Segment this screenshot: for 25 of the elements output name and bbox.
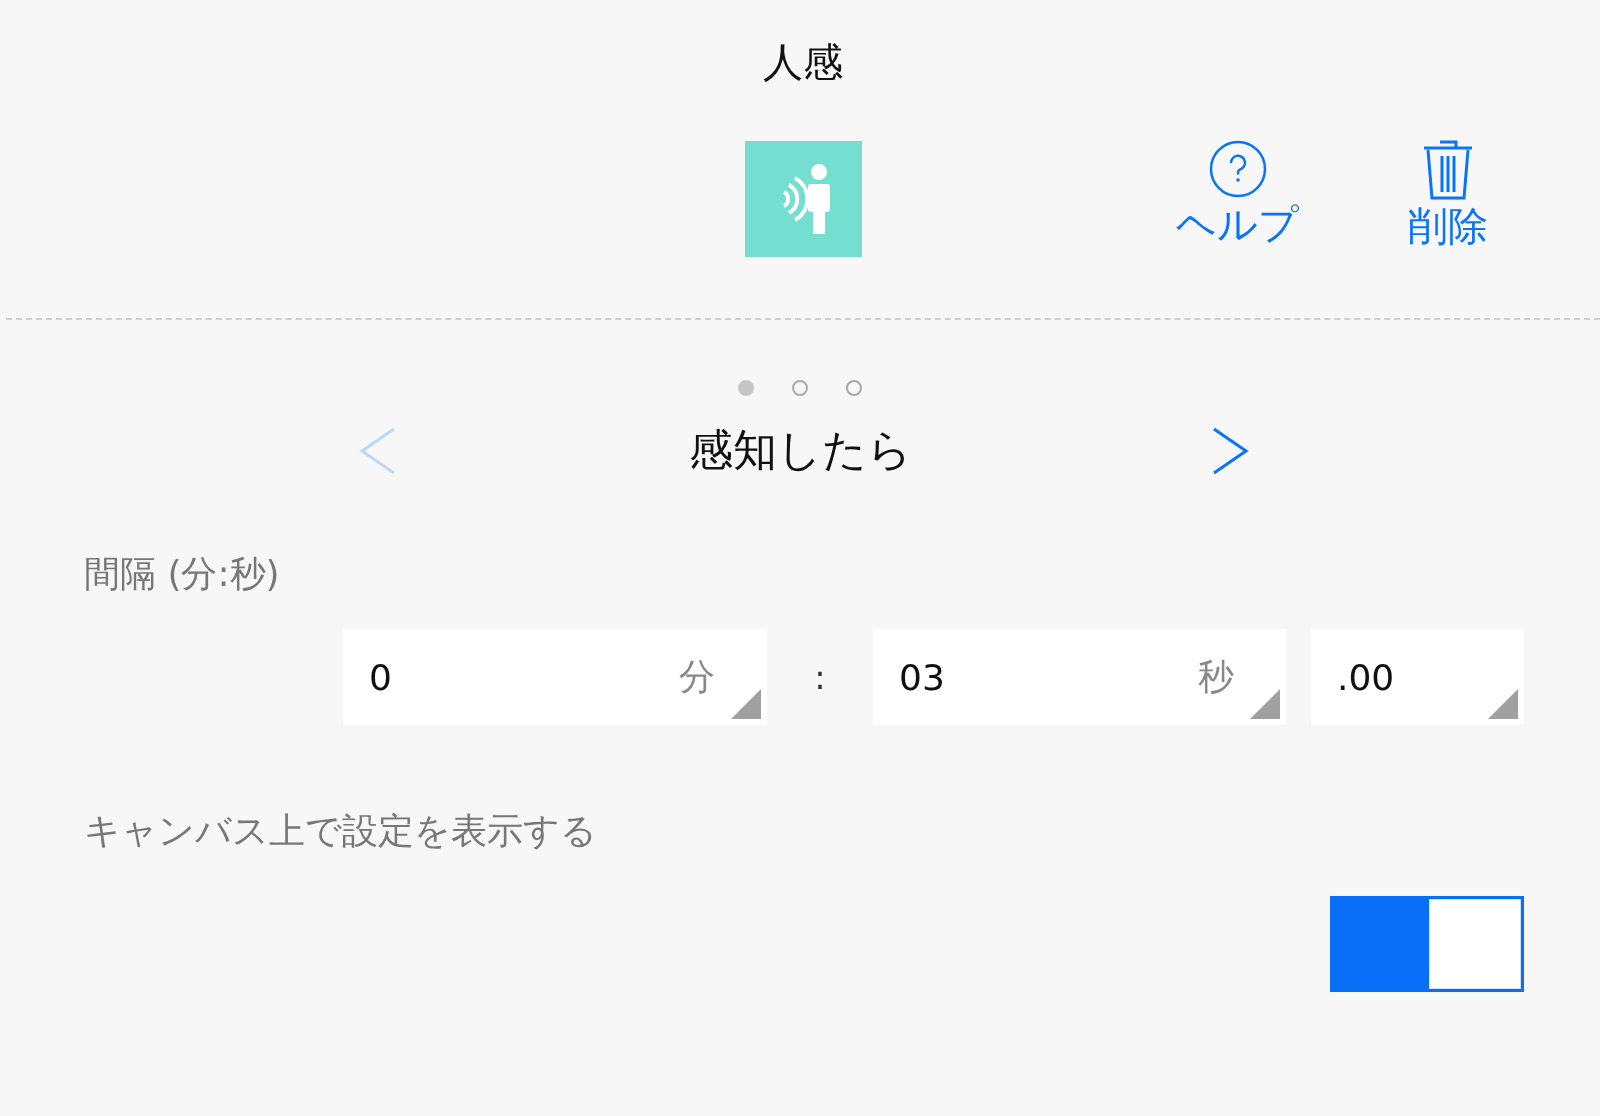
toggle-switch[interactable]	[1330, 896, 1524, 992]
trash-icon	[1422, 140, 1474, 200]
resize-corner-icon	[731, 689, 761, 719]
number-field[interactable]: 03 秒	[873, 629, 1286, 725]
resize-corner-icon	[1488, 689, 1518, 719]
page-dot[interactable]	[792, 380, 808, 396]
setting-label: キャンバス上で設定を表示する	[84, 809, 598, 853]
delete-button[interactable]: 削除	[1408, 140, 1488, 250]
step-title: 感知したら	[688, 422, 912, 477]
help-button[interactable]: ヘルプ	[1176, 140, 1299, 248]
unit-label: 秒	[1198, 654, 1234, 699]
field-value: 0	[369, 656, 392, 698]
help-icon	[1208, 140, 1267, 198]
page-dot[interactable]	[846, 380, 862, 396]
number-field[interactable]: .00	[1311, 629, 1524, 725]
interval-label: 間隔 (分:秒)	[84, 552, 281, 596]
number-field[interactable]: 0 分	[343, 629, 767, 725]
page-dot[interactable]	[738, 380, 754, 396]
motion-sensor-icon	[745, 141, 862, 257]
unit-label: 分	[679, 654, 715, 699]
field-value: .00	[1337, 656, 1395, 698]
field-value: 03	[899, 656, 945, 698]
separator-colon: :	[813, 657, 827, 697]
resize-corner-icon	[1250, 689, 1280, 719]
page-title: 人感	[763, 38, 843, 86]
